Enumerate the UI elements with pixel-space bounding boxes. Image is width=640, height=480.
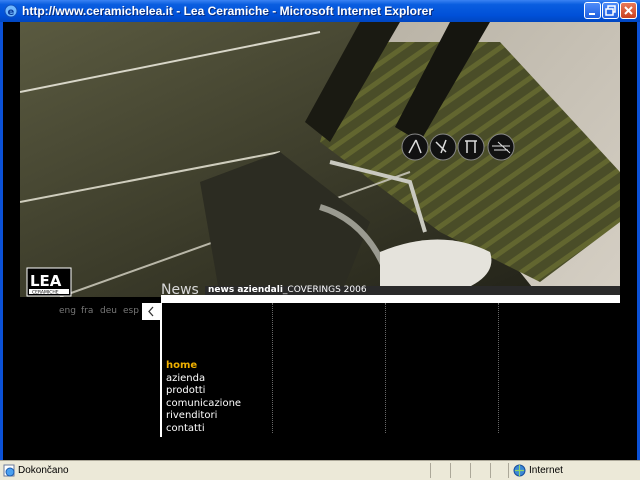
- menu-item-rivenditori[interactable]: rivenditori: [166, 410, 241, 423]
- restore-icon: [605, 5, 616, 16]
- minimize-icon: [589, 13, 595, 15]
- back-arrow-button[interactable]: [142, 303, 161, 320]
- lang-deu[interactable]: deu: [100, 306, 117, 316]
- menu-divider: [160, 303, 162, 437]
- browser-viewport: LEA CERAMICHE News news aziendali_COVERI…: [3, 22, 637, 460]
- lang-eng[interactable]: eng: [59, 306, 76, 316]
- status-separator: [490, 463, 491, 478]
- back-arrow-icon: [148, 306, 154, 317]
- window-title: http://www.ceramichelea.it - Lea Ceramic…: [22, 4, 433, 18]
- column-separator: [385, 303, 386, 433]
- minimize-button[interactable]: [584, 2, 601, 19]
- status-separator: [450, 463, 451, 478]
- status-text: Dokončano: [18, 465, 69, 476]
- status-bar: Dokončano Internet: [0, 460, 640, 480]
- menu-item-prodotti[interactable]: prodotti: [166, 385, 241, 398]
- status-separator: [508, 463, 509, 478]
- language-selector: eng fra deu esp: [20, 303, 161, 320]
- ie-icon: e: [4, 4, 18, 18]
- close-button[interactable]: [620, 2, 637, 19]
- hero-photo: LEA CERAMICHE: [20, 22, 620, 297]
- close-icon: [624, 6, 633, 15]
- main-menu: home azienda prodotti comunicazione rive…: [166, 360, 241, 436]
- column-separator: [272, 303, 273, 433]
- page-done-icon: [3, 464, 15, 477]
- svg-text:e: e: [8, 7, 15, 18]
- svg-text:LEA: LEA: [30, 272, 62, 290]
- title-bar: e http://www.ceramichelea.it - Lea Ceram…: [0, 0, 640, 22]
- news-underline: [161, 295, 620, 303]
- globe-icon: [513, 464, 526, 477]
- status-separator: [430, 463, 431, 478]
- menu-item-contatti[interactable]: contatti: [166, 423, 241, 436]
- menu-item-home[interactable]: home: [166, 360, 241, 373]
- menu-item-comunicazione[interactable]: comunicazione: [166, 398, 241, 411]
- lea-logo[interactable]: LEA CERAMICHE: [26, 267, 72, 297]
- status-separator: [470, 463, 471, 478]
- column-separator: [498, 303, 499, 433]
- menu-item-azienda[interactable]: azienda: [166, 373, 241, 386]
- lang-esp[interactable]: esp: [123, 306, 139, 316]
- news-headline[interactable]: news aziendali_COVERINGS 2006: [208, 285, 367, 295]
- news-label: news aziendali: [208, 285, 283, 295]
- svg-text:CERAMICHE: CERAMICHE: [32, 290, 59, 296]
- security-zone: Internet: [529, 465, 563, 476]
- lang-fra[interactable]: fra: [81, 306, 93, 316]
- restore-button[interactable]: [602, 2, 619, 19]
- news-item: _COVERINGS 2006: [282, 285, 367, 295]
